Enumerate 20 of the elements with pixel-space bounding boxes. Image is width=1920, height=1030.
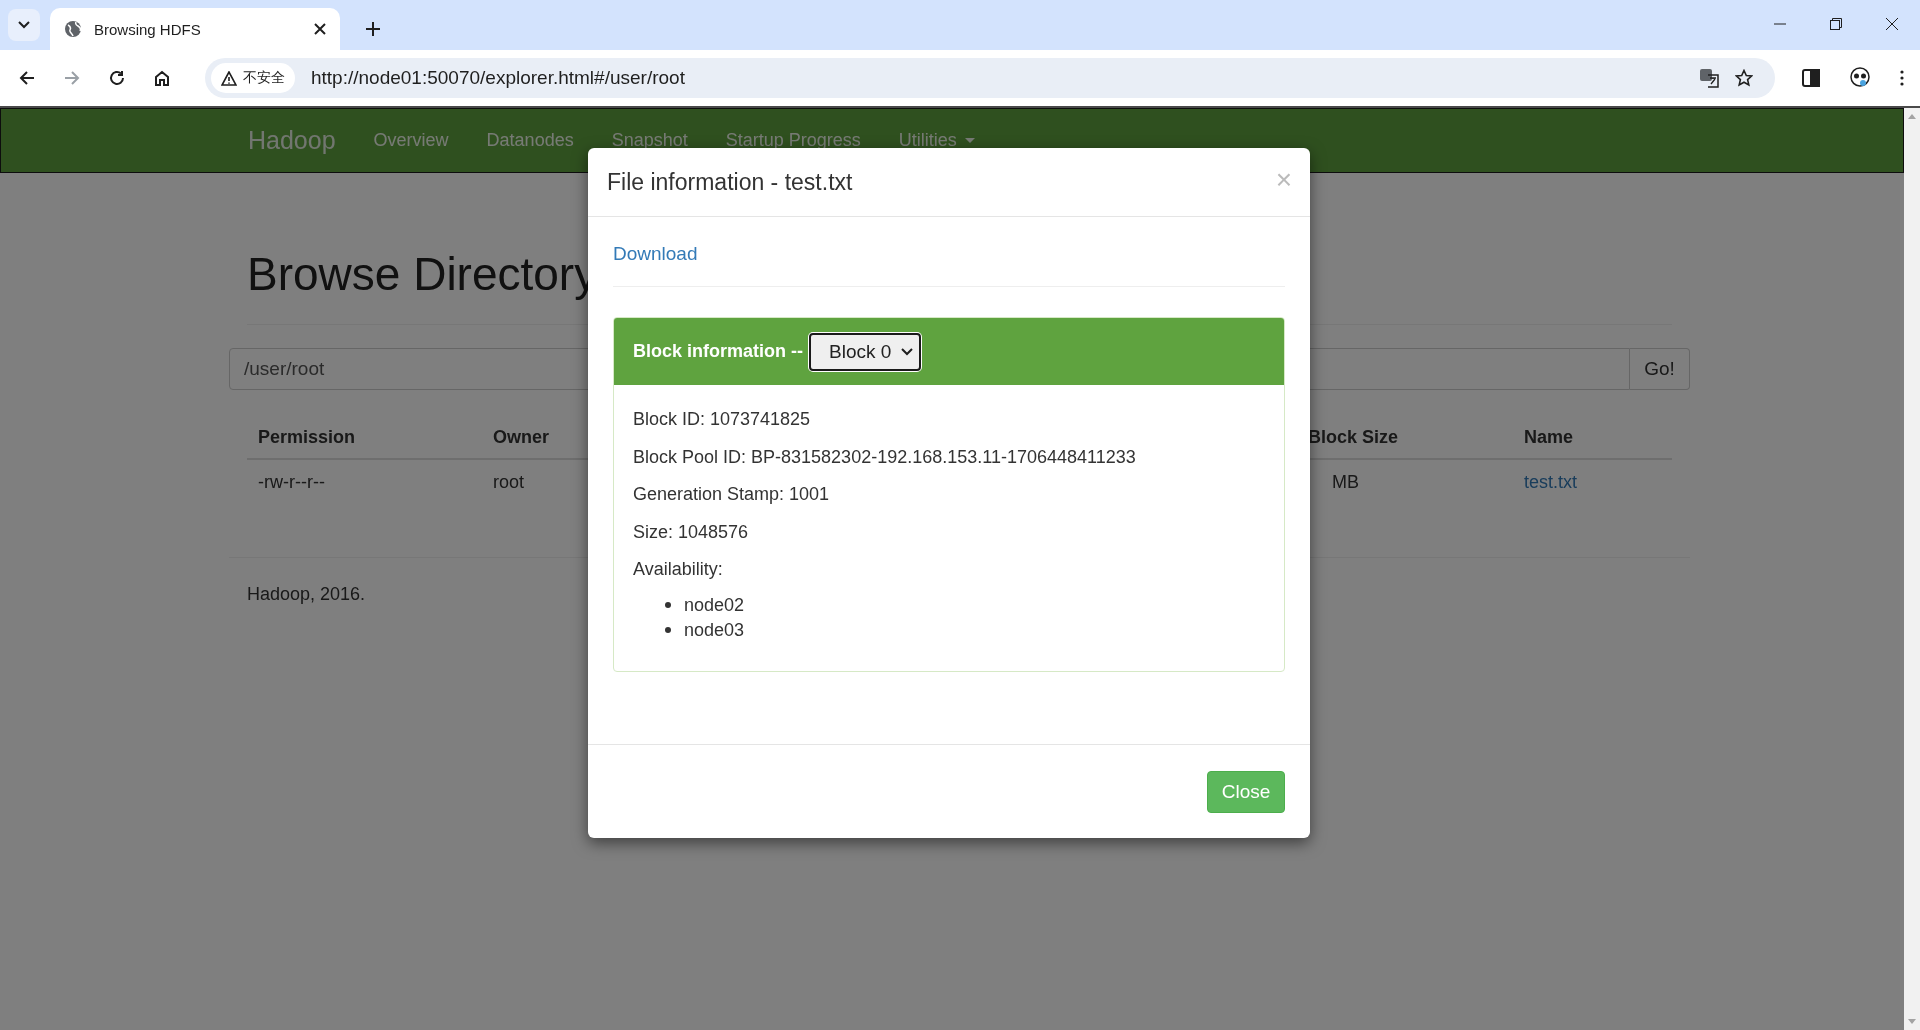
column-header: Owner bbox=[493, 426, 549, 447]
tab-title: Browsing HDFS bbox=[94, 20, 202, 38]
info-text: Availability: bbox=[633, 558, 724, 581]
table-cell: -rw-r--r-- bbox=[258, 472, 325, 492]
info-text: Block ID: 1073741825 bbox=[633, 408, 812, 431]
url-text: http://node01:50070/explorer.html#/user/root bbox=[311, 67, 685, 89]
node-name: node02 bbox=[684, 593, 745, 617]
info-text: Size: 1048576 bbox=[633, 520, 750, 544]
info-text: Block Pool ID: BP-831582302-192.168.153.11-1706448411233 bbox=[633, 445, 1137, 469]
table-cell: root bbox=[493, 472, 525, 492]
footer-text: Hadoop, 2016. bbox=[247, 584, 366, 605]
panel-title: Block information -- bbox=[633, 341, 803, 362]
dialog-title: File information - test.txt bbox=[607, 168, 853, 196]
info-text: Generation Stamp: 1001 bbox=[633, 483, 831, 506]
column-header: Permission bbox=[258, 426, 356, 447]
node-name: node03 bbox=[684, 618, 745, 642]
table-cell-text: MB bbox=[1331, 472, 1359, 492]
page-heading: Browse Directory bbox=[247, 247, 598, 301]
column-header: Name bbox=[1524, 426, 1574, 447]
column-header: Block Size bbox=[1308, 426, 1399, 447]
